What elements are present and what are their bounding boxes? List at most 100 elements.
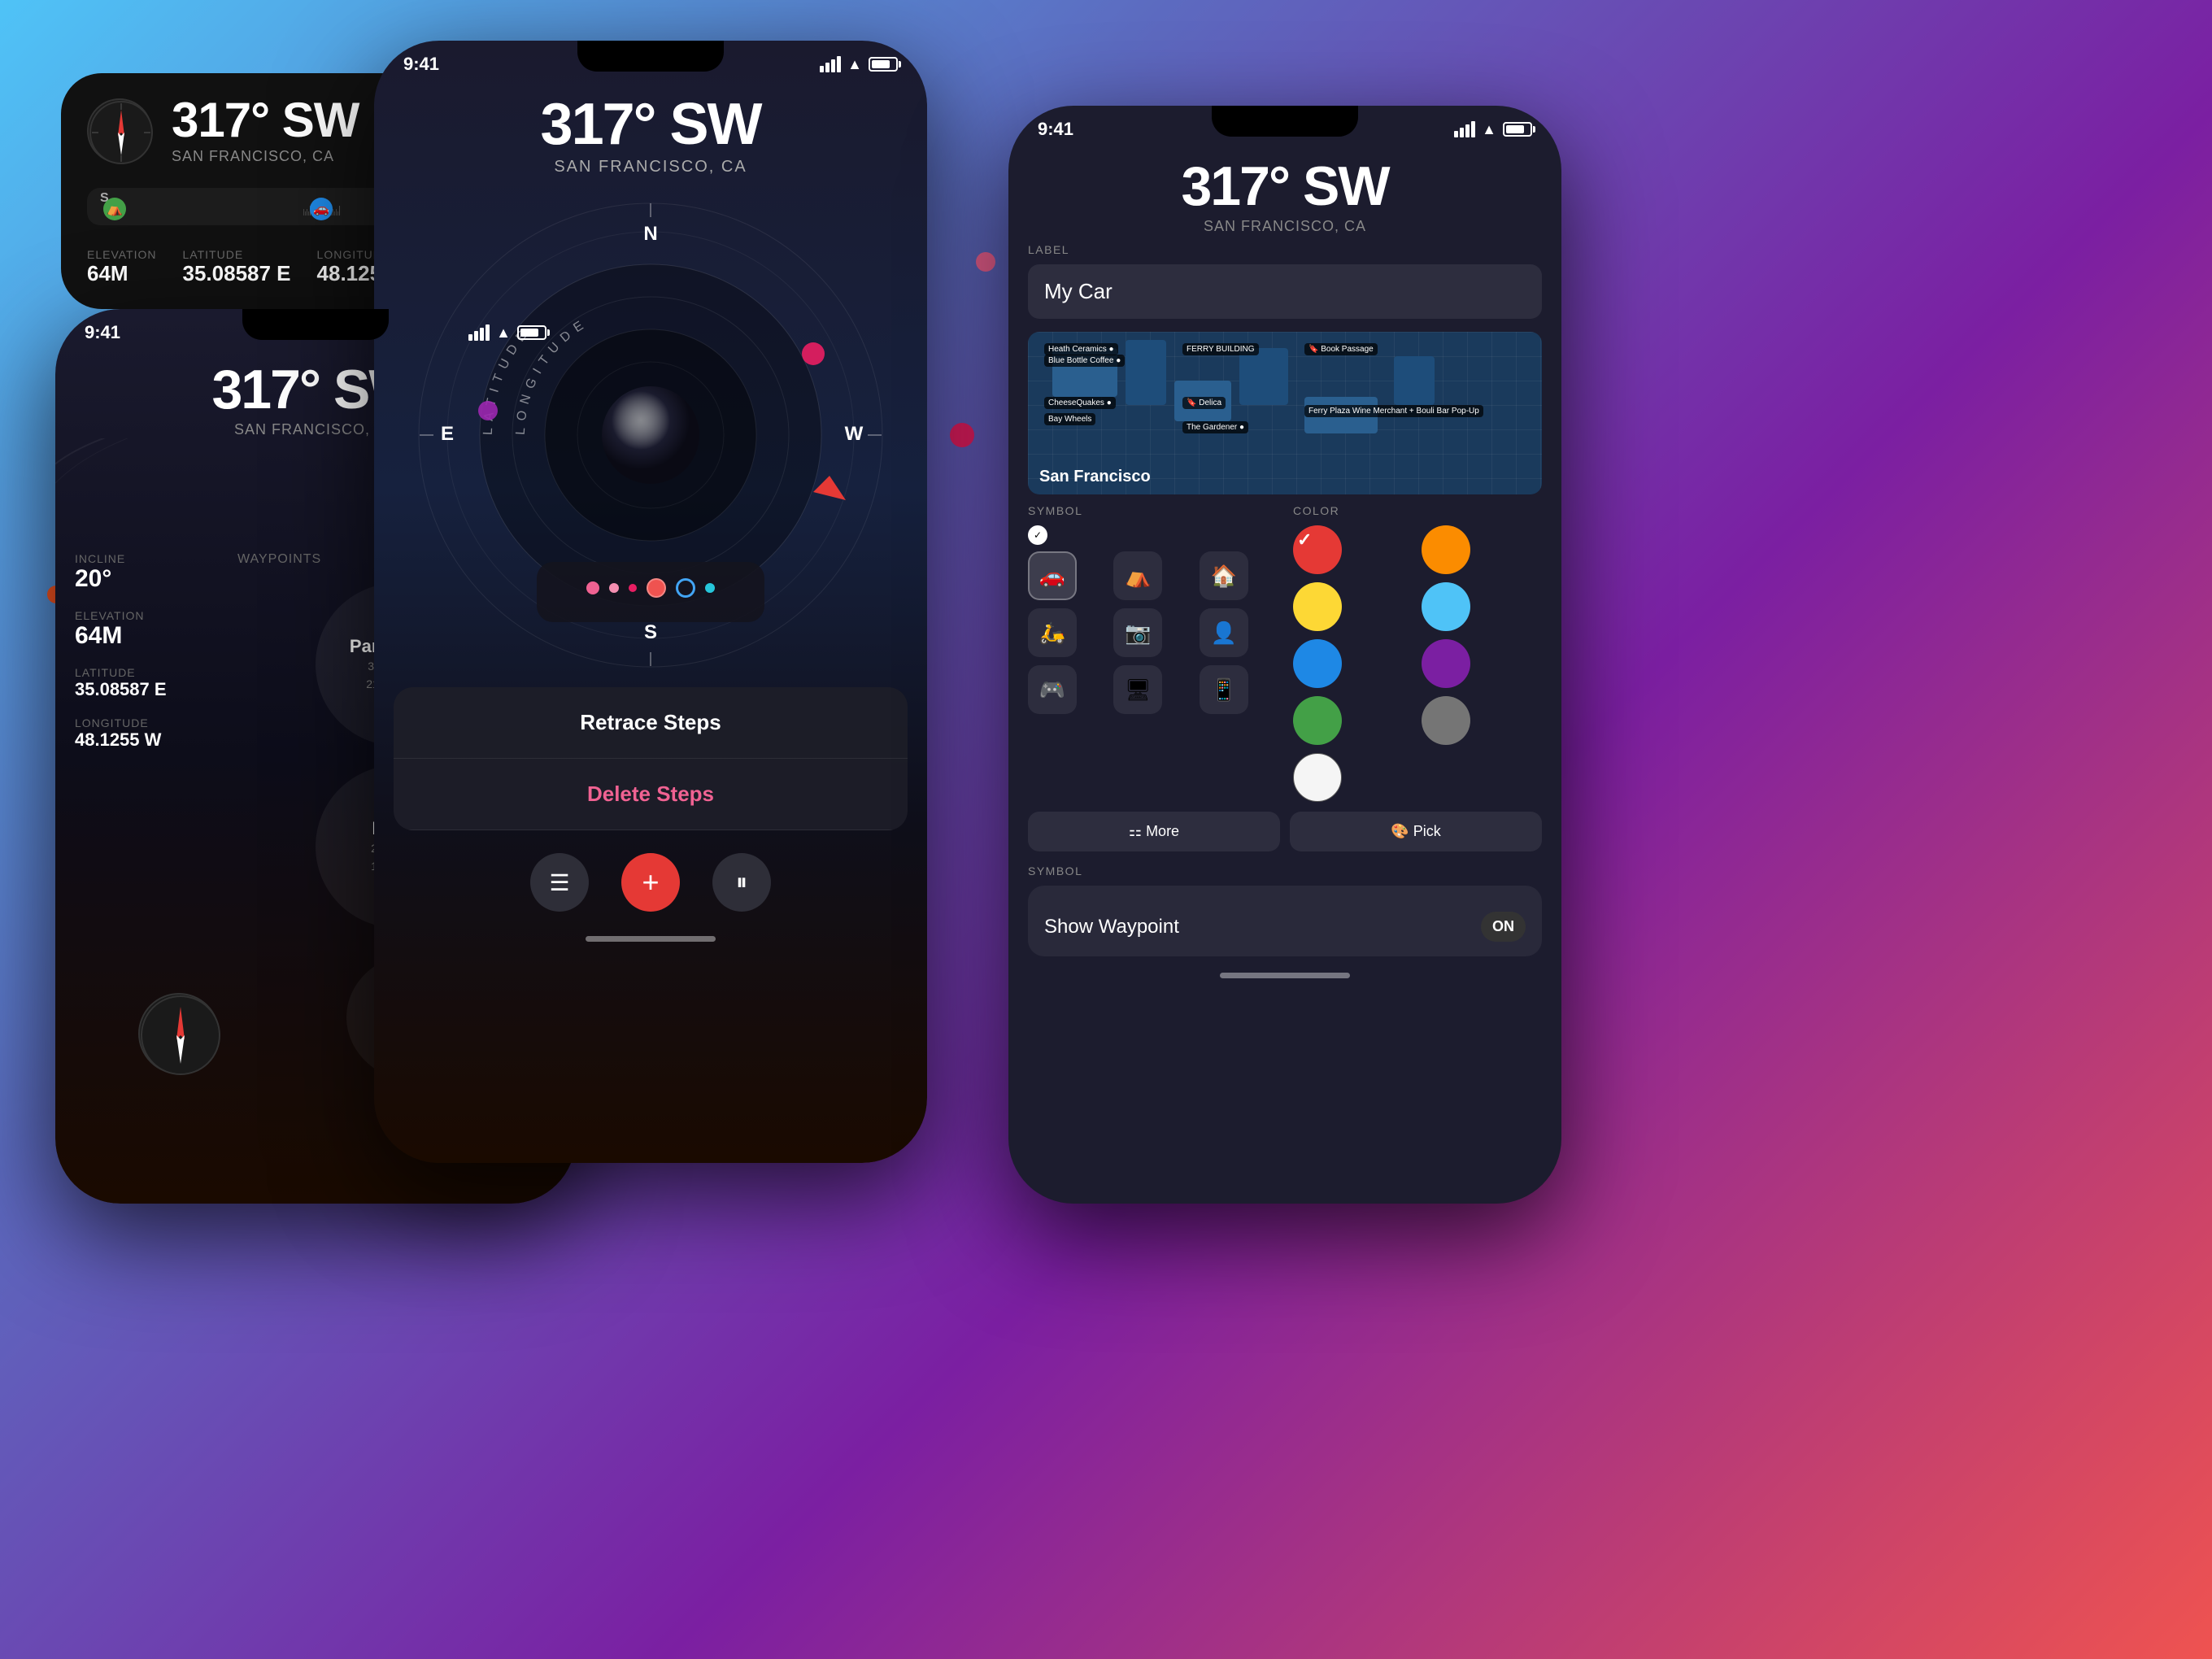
signal-bars-center [820,56,841,72]
show-waypoint-control: Show Waypoint ON [1044,897,1526,945]
center-location: SAN FRANCISCO, CA [374,158,927,176]
poi-gardener: The Gardener ● [1182,421,1248,433]
symbol-checkmark: ✓ [1028,525,1047,545]
colors-grid: ✓ [1293,525,1542,802]
color-section: COLOR ✓ [1293,504,1542,802]
building-6 [1394,356,1435,405]
pause-btn[interactable]: ⏸ [712,853,771,912]
color-red-container: ✓ [1293,525,1413,574]
show-waypoint-section-label: SYMBOL [1028,864,1542,877]
delete-steps-btn[interactable]: Delete Steps [394,759,908,830]
widget-degrees: 317° SW [172,96,359,145]
poi-ferry: FERRY BUILDING [1182,343,1259,355]
symbol-section: SYMBOL ✓ 🚗 ⛺ 🏠 🛵 📷 👤 🎮 🖥 📱 [1028,504,1277,802]
color-swatch-orange[interactable] [1422,525,1470,574]
left-stats: INCLINE 20° ELEVATION 64M LATITUDE 35.08… [75,552,221,928]
phone-left-notch [242,309,389,340]
phone-left-status-icons: ▲ [468,324,546,342]
poi-ferry-wine: Ferry Plaza Wine Merchant + Bouli Bar Po… [1304,405,1483,417]
phone-right-status-icons: ▲ [1454,121,1532,138]
add-btn[interactable]: + [621,853,680,912]
show-waypoint-label: Show Waypoint [1044,916,1179,938]
symbol-car[interactable]: 🚗 [1028,551,1077,600]
widget-stat-latitude: LATITUDE 35.08587 E [183,248,291,286]
symbol-label: SYMBOL [1028,504,1277,517]
latitude-value: 35.08587 E [183,261,291,286]
battery-icon-center [869,57,898,72]
signal-bar-1 [468,334,472,341]
tracker-dot-3 [629,584,637,592]
tracker-dot-1 [586,581,599,594]
latitude-label-left: LATITUDE [75,666,221,679]
signal-bar-2 [474,331,478,341]
map-location-label: San Francisco [1028,459,1162,494]
color-swatch-light-blue[interactable] [1422,582,1470,631]
widget-heading-section: 317° SW SAN FRANCISCO, CA [172,96,359,165]
phone-center-notch [577,41,724,72]
poi-cheese: CheeseQuakes ● [1044,397,1116,409]
symbol-gamepad[interactable]: 🎮 [1028,665,1077,714]
elevation-stat: ELEVATION 64M [75,609,221,650]
color-swatch-blue[interactable] [1293,639,1342,688]
phone-right-home-indicator [1220,973,1350,978]
more-btn[interactable]: ⚏ More [1028,812,1280,851]
longitude-value-left: 48.1255 W [75,729,221,751]
bg-dot-pink3 [950,423,974,447]
incline-label: INCLINE [75,552,221,565]
show-waypoint-row: Show Waypoint ON [1028,886,1542,956]
symbol-preset-row: ✓ [1028,525,1277,545]
color-label: COLOR [1293,504,1542,517]
signal-bars-right [1454,121,1475,137]
latitude-label: LATITUDE [183,248,291,261]
latitude-stat: LATITUDE 35.08587 E [75,666,221,700]
symbol-camera[interactable]: 📷 [1113,608,1162,657]
color-swatch-yellow[interactable] [1293,582,1342,631]
battery-icon-right [1503,122,1532,137]
compass-main: N S E W LATITUDE LONGITUDE [415,199,886,671]
symbol-tent[interactable]: ⛺ [1113,551,1162,600]
wifi-icon-center: ▲ [847,56,862,73]
color-swatch-white[interactable] [1293,753,1342,802]
phone-center-home-indicator [586,936,716,942]
phone-right-time: 9:41 [1038,119,1073,140]
symbol-person[interactable]: 👤 [1200,608,1248,657]
label-input[interactable] [1028,264,1542,319]
list-btn[interactable]: ☰ [530,853,589,912]
color-swatch-green[interactable] [1293,696,1342,745]
symbol-scooter[interactable]: 🛵 [1028,608,1077,657]
more-pick-row: ⚏ More 🎨 Pick [1008,812,1561,851]
wifi-icon-right: ▲ [1482,121,1496,138]
bottom-controls: ☰ + ⏸ [374,853,927,912]
color-swatch-gray[interactable] [1422,696,1470,745]
mini-compass [138,993,220,1074]
svg-text:N: N [643,223,657,245]
symbol-monitor[interactable]: 🖥 [1113,665,1162,714]
tracker-dot-teal [705,583,715,593]
color-swatch-purple[interactable] [1422,639,1470,688]
signal-bar-4 [486,324,490,341]
symbol-color-row: SYMBOL ✓ 🚗 ⛺ 🏠 🛵 📷 👤 🎮 🖥 📱 COLOR [1028,504,1542,802]
symbol-phone[interactable]: 📱 [1200,665,1248,714]
tracker-dot-red [647,578,666,598]
phone-center-status-icons: ▲ [820,56,898,73]
retrace-steps-btn[interactable]: Retrace Steps [394,687,908,759]
pick-btn[interactable]: 🎨 Pick [1290,812,1542,851]
building-2 [1126,340,1166,405]
pick-icon: 🎨 [1391,823,1413,839]
phone-right: 9:41 ▲ 317° SW SAN FRANCISCO, CA LABEL [1008,106,1561,1204]
compass-tracker [537,562,764,622]
ruler-icon-car: 🚗 [310,198,333,220]
symbol-home[interactable]: 🏠 [1200,551,1248,600]
elevation-label: ELEVATION [87,248,157,261]
poi-book: 🔖 Book Passage [1304,343,1378,355]
poi-heath: Heath Ceramics ● [1044,343,1118,355]
elevation-value: 64M [87,261,157,286]
show-waypoint-toggle[interactable]: ON [1481,912,1526,942]
tracker-dot-2 [609,583,619,593]
incline-stat: INCLINE 20° [75,552,221,593]
battery-icon-left [517,325,546,340]
more-icon: ⚏ [1129,823,1146,839]
right-location: SAN FRANCISCO, CA [1008,218,1561,235]
phone-center: 9:41 ▲ 317° SW SAN FRANCISCO, CA N [374,41,927,1163]
svg-text:E: E [441,423,454,445]
